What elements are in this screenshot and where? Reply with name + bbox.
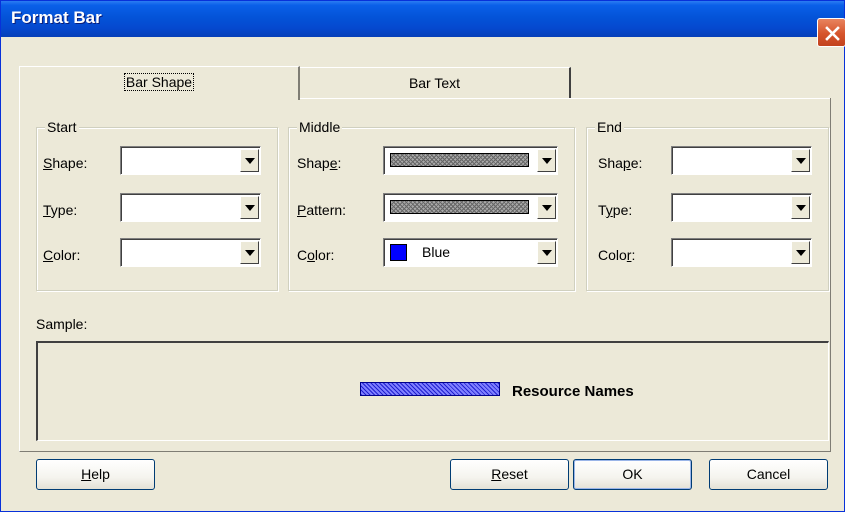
close-icon [825, 26, 840, 41]
sample-preview: Resource Names [36, 341, 829, 441]
start-color-label: Color: [43, 247, 81, 263]
end-shape-label: Shape: [598, 155, 643, 171]
reset-button[interactable]: Reset [450, 459, 569, 490]
start-type-label: Type: [43, 202, 78, 218]
close-button[interactable] [817, 18, 845, 47]
help-button[interactable]: Help [36, 459, 155, 490]
end-type-dropdown[interactable] [671, 193, 812, 222]
cancel-button[interactable]: Cancel [709, 459, 828, 490]
start-shape-dropdown[interactable] [120, 146, 261, 175]
middle-shape-dropdown[interactable] [383, 146, 558, 175]
middle-group-title: Middle [297, 119, 343, 135]
bar-shape-preview [390, 153, 529, 167]
ok-button[interactable]: OK [573, 459, 692, 490]
end-color-label: Color: [598, 247, 636, 263]
chevron-down-icon[interactable] [537, 196, 556, 219]
end-type-label: Type: [598, 202, 633, 218]
sample-bar-text: Resource Names [512, 383, 634, 400]
chevron-down-icon[interactable] [240, 196, 259, 219]
chevron-down-icon[interactable] [537, 241, 556, 264]
pattern-preview [390, 200, 529, 214]
start-group-title: Start [45, 119, 79, 135]
chevron-down-icon[interactable] [240, 149, 259, 172]
end-color-dropdown[interactable] [671, 238, 812, 267]
chevron-down-icon[interactable] [791, 196, 810, 219]
blue-color-swatch [390, 244, 407, 261]
end-group-title: End [595, 119, 624, 135]
middle-color-dropdown[interactable]: Blue [383, 238, 558, 267]
title-bar[interactable]: Format Bar [1, 1, 844, 37]
sample-label: Sample: [36, 316, 88, 332]
chevron-down-icon[interactable] [791, 241, 810, 264]
tab-bar-text[interactable]: Bar Text [300, 67, 571, 98]
start-color-dropdown[interactable] [120, 238, 261, 267]
chevron-down-icon[interactable] [791, 149, 810, 172]
tab-bar-shape[interactable]: Bar Shape [19, 66, 300, 100]
middle-pattern-label: Pattern: [297, 202, 347, 218]
dialog-title: Format Bar [11, 8, 102, 27]
middle-color-value: Blue [422, 244, 451, 260]
middle-pattern-dropdown[interactable] [383, 193, 558, 222]
tab-bar-shape-label: Bar Shape [123, 73, 195, 91]
chevron-down-icon[interactable] [240, 241, 259, 264]
middle-color-label: Color: [297, 247, 335, 263]
sample-bar [360, 382, 500, 396]
tab-bar-text-label: Bar Text [408, 75, 461, 91]
middle-shape-label: Shape: [297, 155, 342, 171]
start-type-dropdown[interactable] [120, 193, 261, 222]
format-bar-dialog: Format Bar Bar Shape Bar Text Start Shap… [0, 0, 845, 512]
start-shape-label: Shape: [43, 155, 88, 171]
end-shape-dropdown[interactable] [671, 146, 812, 175]
chevron-down-icon[interactable] [537, 149, 556, 172]
